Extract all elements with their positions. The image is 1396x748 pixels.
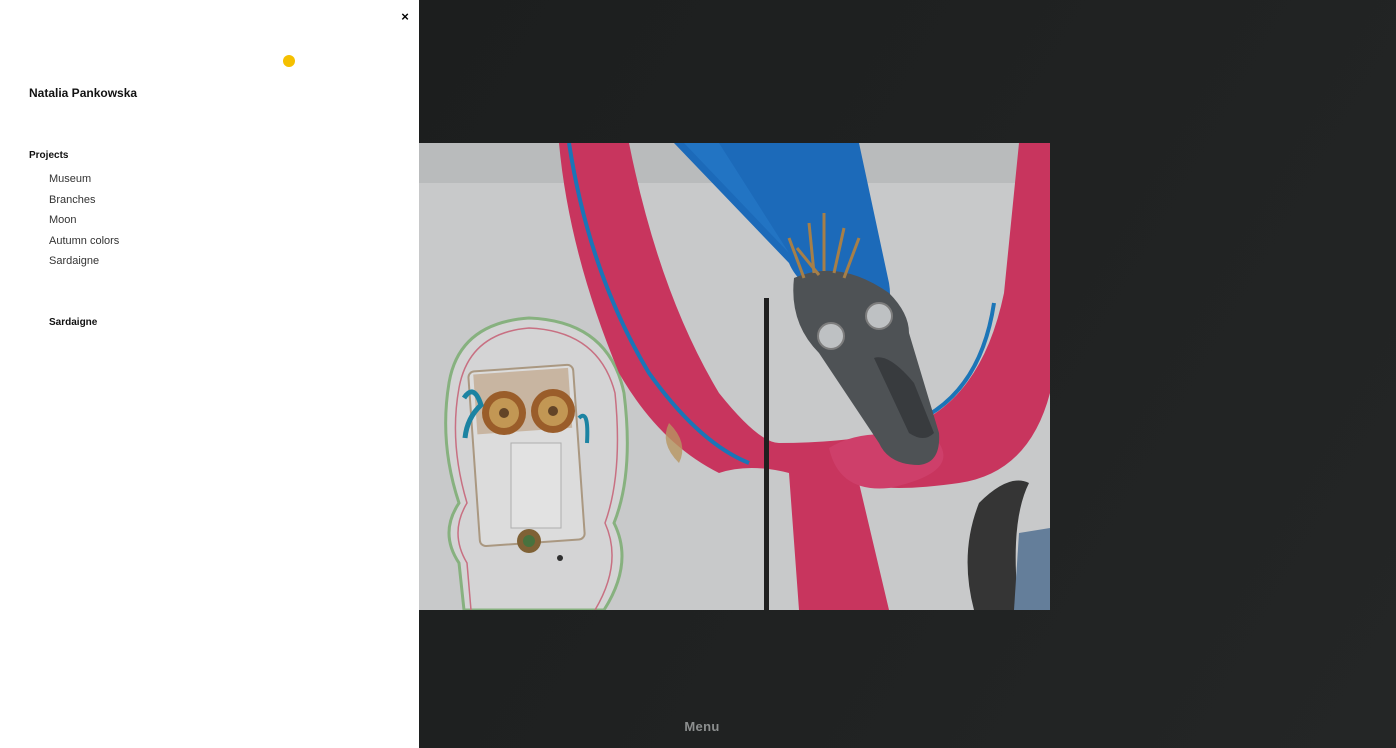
artwork-photo (419, 143, 1050, 610)
current-project-title[interactable]: Sardaigne (49, 317, 97, 328)
project-link-autumn-colors[interactable]: Autumn colors (49, 233, 119, 254)
projects-heading[interactable]: Projects (29, 150, 68, 161)
side-menu-panel: × Natalia Pankowska Projects Museum Bran… (0, 0, 419, 748)
close-icon[interactable]: × (396, 8, 414, 26)
project-link-museum[interactable]: Museum (49, 171, 119, 192)
project-list: Museum Branches Moon Autumn colors Sarda… (49, 171, 119, 274)
project-link-branches[interactable]: Branches (49, 192, 119, 213)
logo-dot-icon[interactable] (283, 55, 295, 67)
site-title[interactable]: Natalia Pankowska (29, 86, 137, 100)
project-link-sardaigne[interactable]: Sardaigne (49, 253, 119, 274)
menu-toggle-button[interactable]: Menu (660, 716, 744, 738)
project-link-moon[interactable]: Moon (49, 212, 119, 233)
